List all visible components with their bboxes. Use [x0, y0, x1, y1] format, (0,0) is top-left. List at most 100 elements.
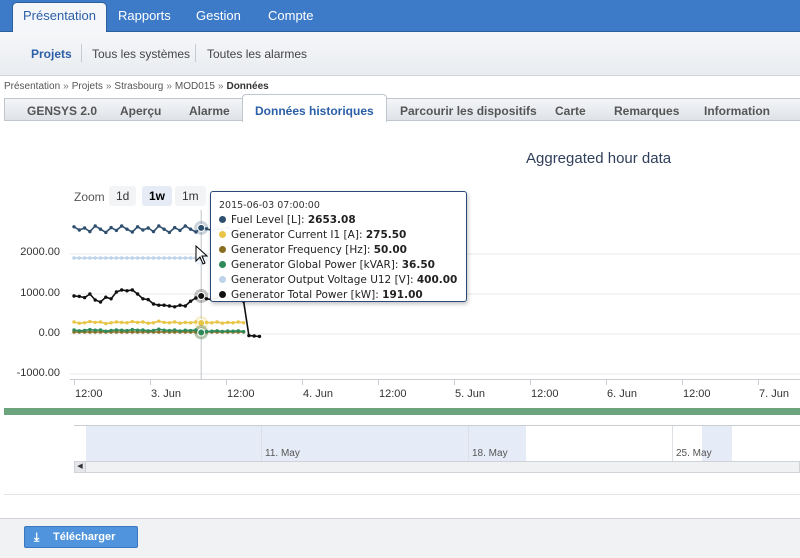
tab-apercu[interactable]: Aperçu [120, 104, 161, 118]
breadcrumb-mod015[interactable]: MOD015 [175, 81, 215, 92]
navigator-scrollbar[interactable]: ◀ [74, 461, 800, 473]
series-point[interactable] [162, 320, 166, 325]
triangle-left-icon[interactable]: ◀ [75, 462, 86, 472]
subnav-projets[interactable]: Projets [31, 47, 72, 61]
series-point[interactable] [178, 303, 182, 307]
tab-gensys[interactable]: GENSYS 2.0 [27, 104, 97, 118]
series-point[interactable] [104, 256, 108, 260]
zoom-1d-button[interactable]: 1d [109, 186, 137, 206]
series-point[interactable] [173, 305, 177, 309]
series-point[interactable] [141, 328, 145, 332]
series-point[interactable] [88, 229, 92, 234]
series-point[interactable] [220, 321, 225, 325]
series-point[interactable] [173, 225, 177, 230]
series-point[interactable] [167, 328, 172, 333]
series-point[interactable] [188, 227, 193, 231]
series-point[interactable] [93, 320, 97, 325]
series-point[interactable] [82, 295, 87, 300]
series-point[interactable] [120, 288, 124, 292]
series-point[interactable] [188, 256, 193, 260]
series-point[interactable] [88, 327, 92, 332]
series-point[interactable] [215, 329, 219, 333]
series-point[interactable] [226, 329, 230, 333]
series-point[interactable] [93, 224, 97, 228]
series-point[interactable] [141, 320, 145, 324]
series-point[interactable] [77, 329, 82, 333]
series-point[interactable] [215, 320, 219, 324]
series-point[interactable] [247, 333, 251, 338]
series-point[interactable] [146, 329, 150, 333]
series-point[interactable] [210, 329, 214, 333]
series-point[interactable] [210, 321, 214, 325]
series-point[interactable] [135, 225, 140, 229]
series-point[interactable] [93, 256, 97, 260]
subnav-toutes-les-alarmes[interactable]: Toutes les alarmes [207, 47, 307, 61]
series-point[interactable] [72, 294, 76, 298]
series-point[interactable] [104, 329, 108, 333]
series-point[interactable] [125, 328, 129, 333]
series-point[interactable] [257, 334, 262, 339]
series-point[interactable] [104, 295, 108, 299]
series-point[interactable] [141, 256, 145, 260]
series-point[interactable] [236, 320, 240, 324]
series-point[interactable] [109, 328, 113, 333]
series-point[interactable] [220, 329, 225, 334]
series-point[interactable] [135, 256, 140, 260]
series-point[interactable] [109, 321, 113, 325]
breadcrumb-projets[interactable]: Projets [72, 81, 103, 92]
series-point[interactable] [146, 226, 150, 230]
tab-remarques[interactable]: Remarques [614, 104, 679, 118]
tab-donnees-historiques[interactable]: Données historiques [242, 94, 387, 122]
series-point[interactable] [130, 230, 134, 234]
series-point[interactable] [151, 321, 156, 325]
series-point[interactable] [226, 320, 230, 325]
series-point[interactable] [77, 228, 82, 232]
navigator[interactable]: 11. May 18. May 25. May [74, 425, 800, 461]
series-point[interactable] [241, 321, 246, 325]
series-point[interactable] [114, 328, 119, 332]
series-point[interactable] [252, 334, 256, 338]
series-point[interactable] [183, 328, 187, 332]
series-point[interactable] [114, 228, 119, 233]
zoom-1w-button[interactable]: 1w [142, 186, 173, 206]
series-point[interactable] [72, 328, 76, 332]
series-point[interactable] [157, 224, 161, 228]
series-point[interactable] [130, 288, 134, 292]
series-point[interactable] [167, 230, 172, 235]
series-point[interactable] [88, 292, 92, 296]
series-point[interactable] [114, 290, 119, 294]
series-point[interactable] [109, 225, 113, 230]
series-point[interactable] [72, 256, 76, 260]
series-point[interactable] [114, 256, 119, 260]
series-point[interactable] [173, 256, 177, 260]
series-point[interactable] [88, 256, 92, 260]
series-point[interactable] [109, 297, 113, 301]
series-point[interactable] [204, 297, 209, 301]
series-point[interactable] [72, 320, 76, 324]
series-point[interactable] [151, 302, 156, 306]
series-point[interactable] [178, 228, 182, 233]
series-point[interactable] [125, 289, 129, 293]
series-point[interactable] [157, 303, 161, 307]
series-point[interactable] [188, 328, 193, 333]
series-point[interactable] [130, 319, 134, 324]
series-point[interactable] [125, 321, 129, 325]
series-point[interactable] [157, 327, 161, 331]
series-point[interactable] [231, 329, 235, 333]
series-point[interactable] [93, 328, 97, 332]
series-point[interactable] [104, 230, 108, 235]
series-point[interactable] [98, 328, 103, 332]
series-point[interactable] [178, 329, 182, 333]
series-point[interactable] [77, 321, 82, 325]
series-point[interactable] [98, 227, 103, 231]
series-point[interactable] [104, 321, 108, 326]
series-point[interactable] [146, 256, 150, 260]
series-point[interactable] [120, 328, 124, 332]
series-point[interactable] [88, 319, 92, 324]
series-point[interactable] [82, 321, 87, 325]
series-point[interactable] [188, 299, 193, 303]
series-point[interactable] [162, 256, 166, 260]
series-point[interactable] [141, 228, 145, 232]
navigator-selection[interactable] [86, 426, 526, 461]
series-point[interactable] [173, 328, 177, 332]
